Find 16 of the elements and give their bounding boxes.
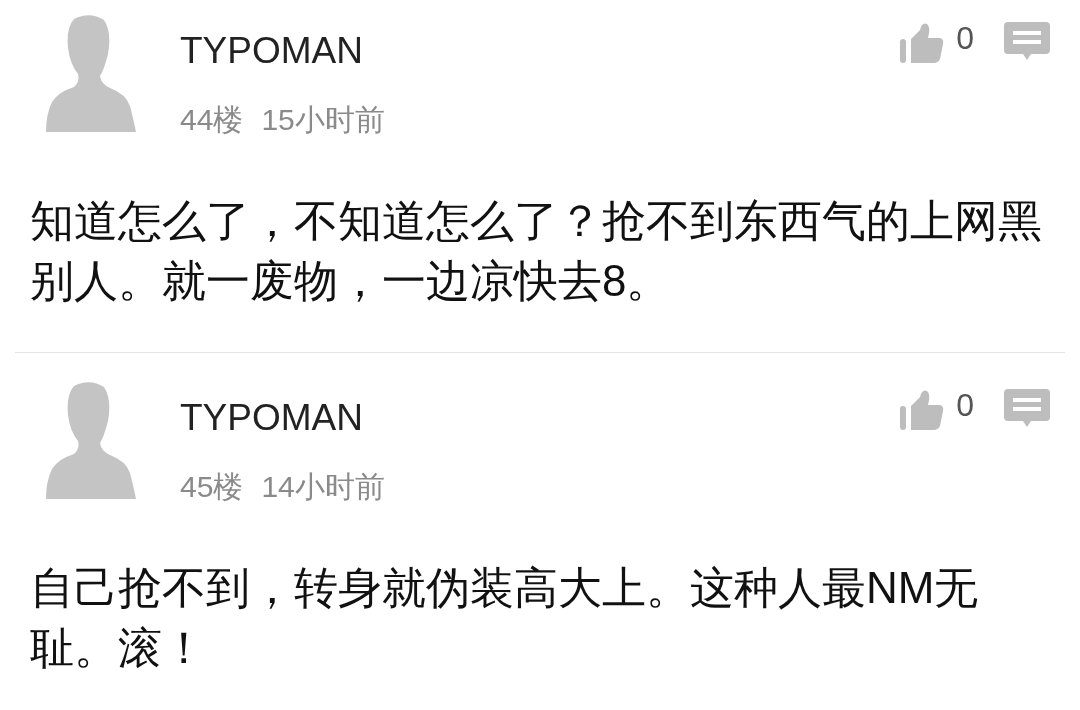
timestamp: 14小时前: [261, 470, 385, 503]
thumbs-up-icon[interactable]: [900, 389, 945, 431]
avatar-icon: [44, 381, 136, 499]
username[interactable]: TYPOMAN: [180, 32, 901, 69]
comment-icon[interactable]: [1004, 22, 1050, 62]
comment-icon[interactable]: [1004, 389, 1050, 429]
floor-number: 45楼: [180, 470, 244, 503]
comment-text: 自己抢不到，转身就伪装高大上。这种人最NM无耻。滚！: [30, 562, 980, 674]
username[interactable]: TYPOMAN: [180, 399, 901, 436]
comment-text: 知道怎么了，不知道怎么了？抢不到东西气的上网黑别人。就一废物，一边凉快去8。: [30, 195, 1042, 307]
like-count: 0: [956, 389, 974, 421]
floor-number: 44楼: [180, 103, 244, 136]
avatar-icon: [44, 14, 136, 132]
thumbs-up-icon[interactable]: [900, 22, 945, 64]
like-count: 0: [956, 22, 974, 54]
timestamp: 15小时前: [261, 103, 385, 136]
